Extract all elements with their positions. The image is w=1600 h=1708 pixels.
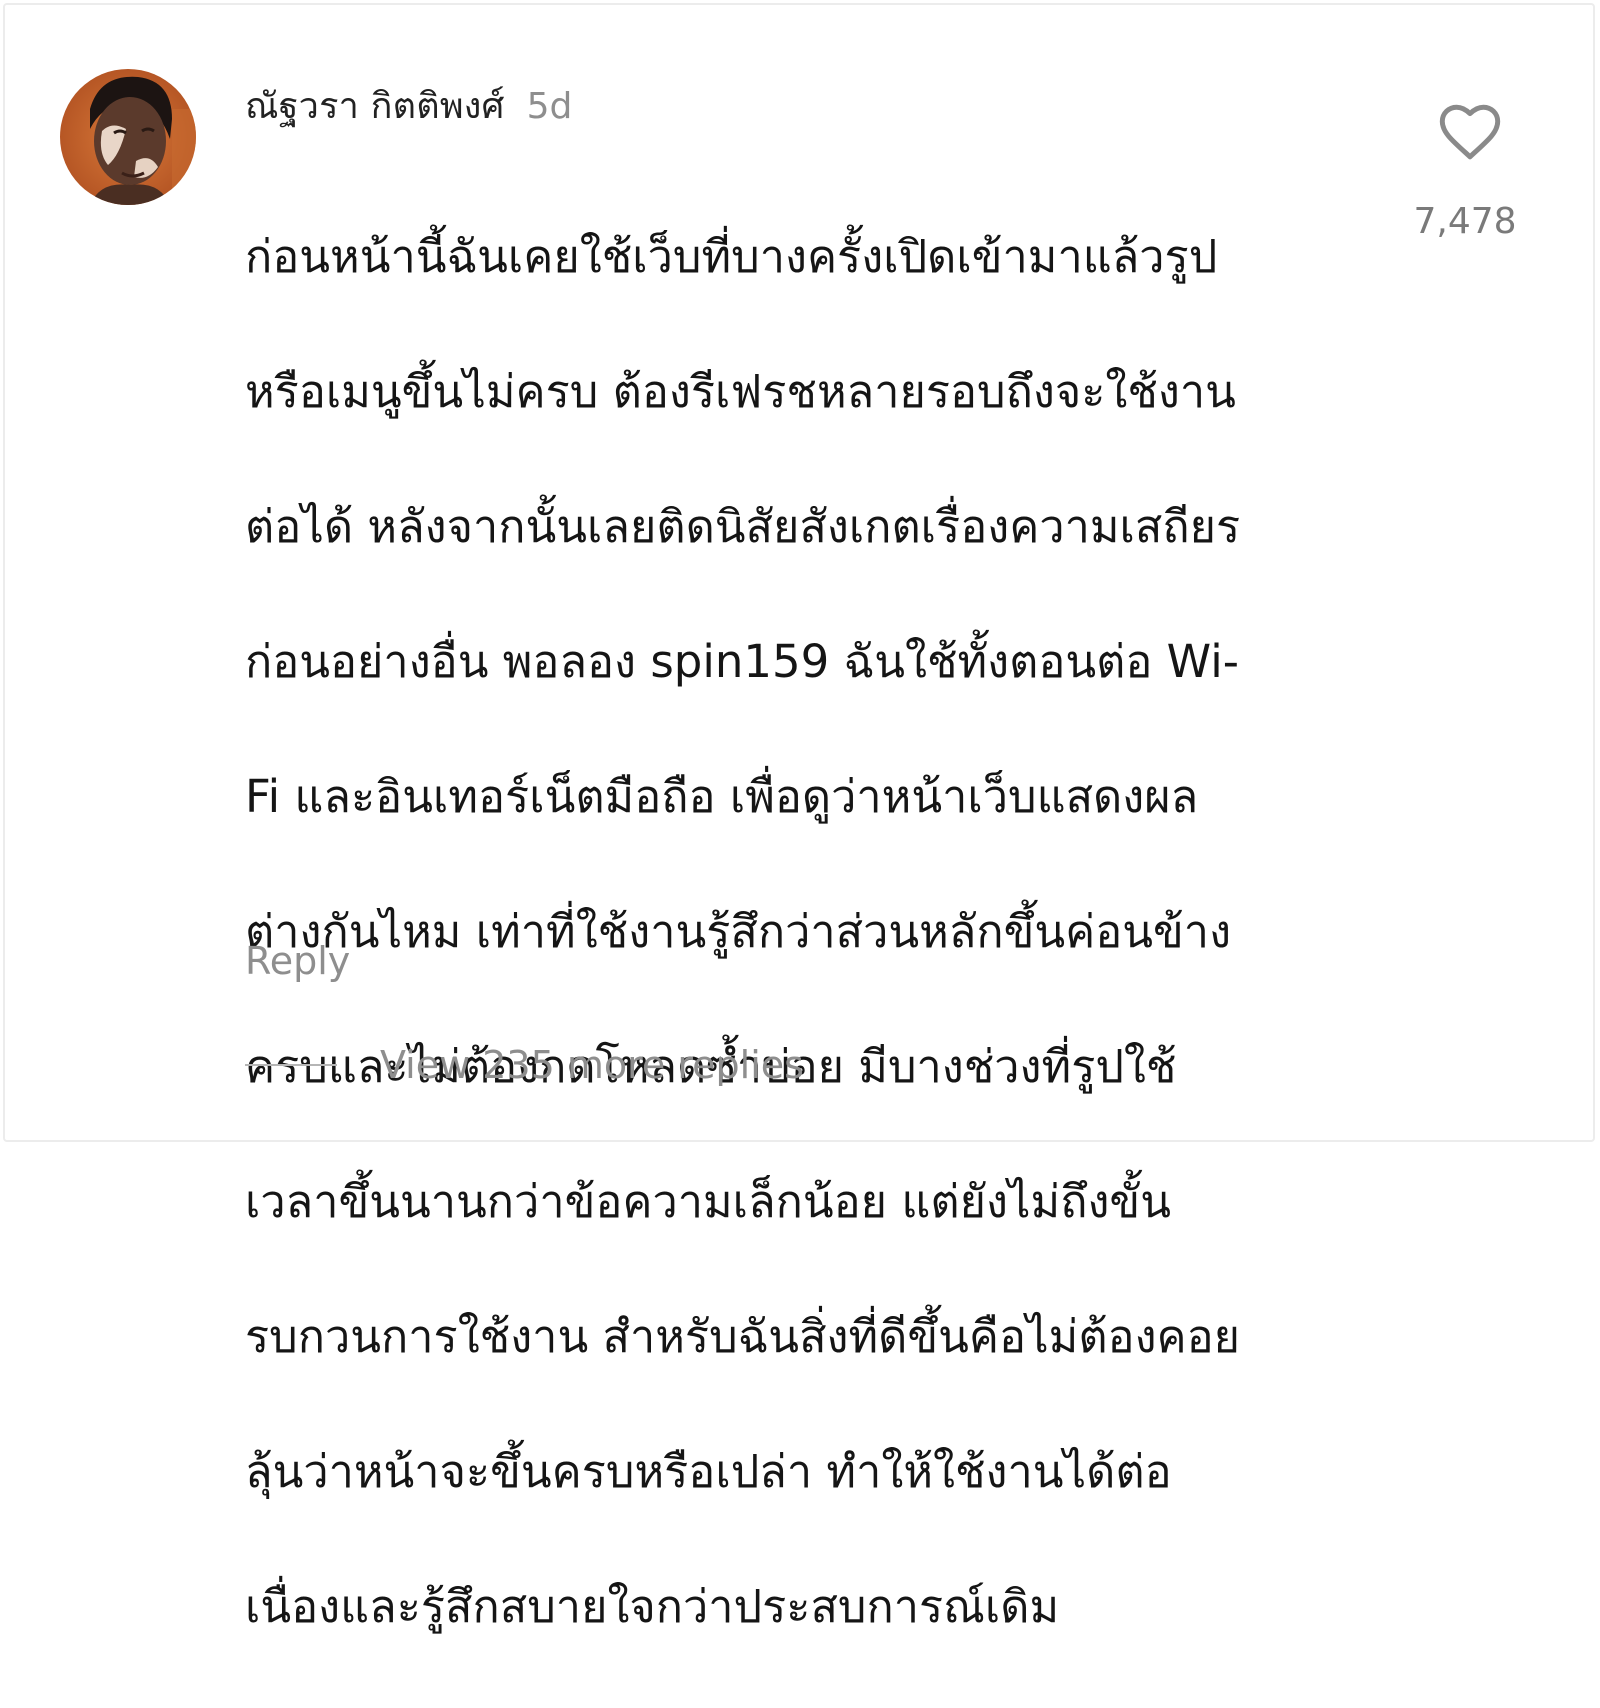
reply-button[interactable]: Reply [245,939,350,983]
like-button[interactable] [1435,97,1505,167]
avatar-photo [60,69,196,205]
comment-line: หรือเมนูขึ้นไม่ครบ ต้องรีเฟรชหลายรอบถึงจ… [245,364,1236,418]
heart-outline-icon [1439,104,1501,160]
comment-line: เนื่องและรู้สึกสบายใจกว่าประสบการณ์เดิม [245,1579,1060,1633]
comment-line: ต่อได้ หลังจากนั้นเลยติดนิสัยสังเกตเรื่อ… [245,499,1241,553]
view-replies-button[interactable]: View 235 more replies [245,1043,804,1087]
comment-line: ก่อนอย่างอื่น พอลอง spin159 ฉันใช้ทั้งตอ… [245,634,1239,688]
username[interactable]: ณัฐวรา กิตติพงศ์ [245,77,505,134]
comment-header: ณัฐวรา กิตติพงศ์ 5d [245,77,572,134]
comment-line: เวลาขึ้นนานกว่าข้อความเล็กน้อย แต่ยังไม่… [245,1174,1171,1228]
like-count: 7,478 [1413,201,1517,242]
comment-timestamp: 5d [526,86,573,127]
comment-line: ก่อนหน้านี้ฉันเคยใช้เว็บที่บางครั้งเปิดเ… [245,229,1218,283]
comment-line: ลุ้นว่าหน้าจะขึ้นครบหรือเปล่า ทำให้ใช้งา… [245,1444,1172,1498]
replies-divider [245,1064,337,1066]
comment-text: ก่อนหน้านี้ฉันเคยใช้เว็บที่บางครั้งเปิดเ… [245,155,1365,1708]
avatar[interactable] [60,69,196,205]
comment-line: ต่างกันไหม เท่าที่ใช้งานรู้สึกว่าส่วนหลั… [245,904,1232,958]
comment-line: Fi และอินเทอร์เน็ตมือถือ เพื่อดูว่าหน้าเ… [245,769,1199,823]
view-replies-label: View 235 more replies [380,1043,804,1087]
comment-line: รบกวนการใช้งาน สำหรับฉันสิ่งที่ดีขึ้นคือ… [245,1309,1241,1363]
comment-card: ณัฐวรา กิตติพงศ์ 5d ก่อนหน้านี้ฉันเคยใช้… [3,3,1595,1633]
